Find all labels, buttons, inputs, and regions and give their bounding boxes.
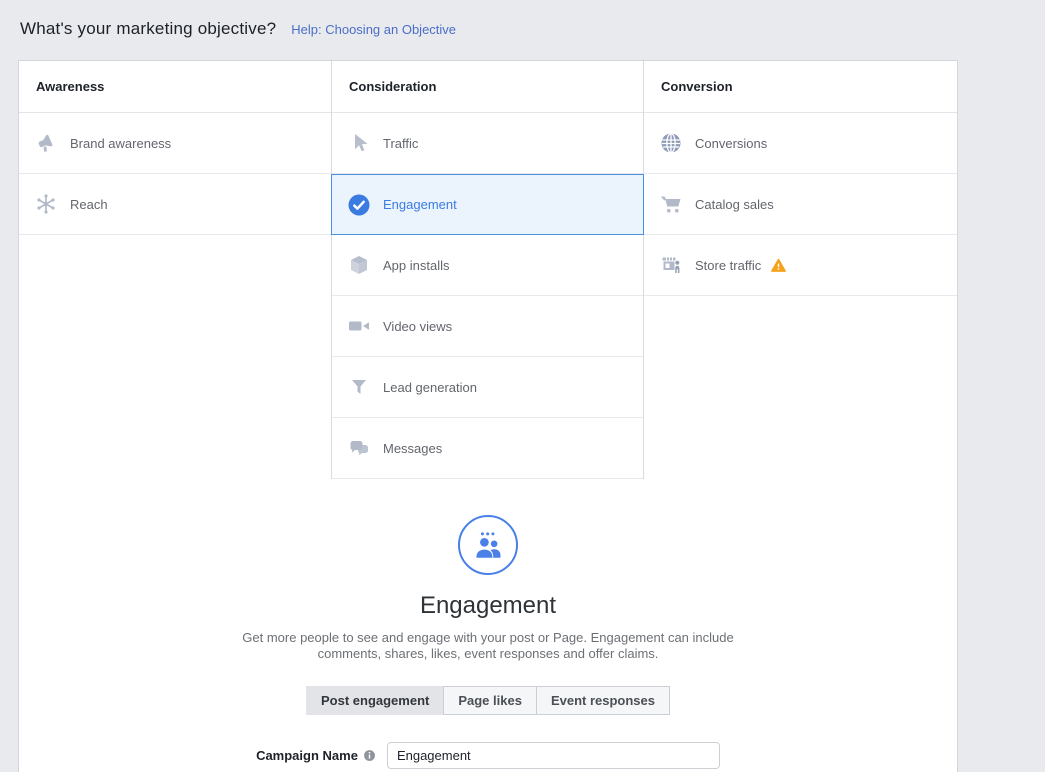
objective-label: Catalog sales — [695, 196, 774, 212]
objective-messages[interactable]: Messages — [332, 418, 643, 479]
cube-icon — [347, 253, 371, 277]
objective-label: Conversions — [695, 135, 768, 151]
objective-label: Store traffic — [695, 257, 762, 273]
objective-lead-generation[interactable]: Lead generation — [332, 357, 643, 418]
column-conversion: Conversion Conversions Catalog sales Store … — [644, 61, 957, 479]
megaphone-icon — [34, 131, 58, 155]
page-header: What's your marketing objective? Help: C… — [0, 0, 1045, 60]
objective-video-views[interactable]: Video views — [332, 296, 643, 357]
campaign-name-label: Campaign Name — [256, 748, 358, 763]
campaign-name-input[interactable] — [386, 742, 720, 769]
objective-label: Reach — [70, 196, 108, 212]
objective-traffic[interactable]: Traffic — [332, 113, 643, 174]
column-header: Awareness — [19, 61, 331, 113]
globe-icon — [659, 131, 683, 155]
objective-catalog-sales[interactable]: Catalog sales — [644, 174, 957, 235]
objective-label: Brand awareness — [70, 135, 172, 151]
objective-brand-awareness[interactable]: Brand awareness — [19, 113, 331, 174]
tab-post-engagement[interactable]: Post engagement — [305, 686, 445, 715]
objective-label: Engagement — [383, 197, 457, 212]
detail-title: Engagement — [419, 592, 557, 619]
warning-icon — [770, 257, 787, 274]
video-camera-icon — [347, 314, 371, 338]
tab-page-likes[interactable]: Page likes — [443, 686, 537, 715]
page-title: What's your marketing objective? — [20, 19, 277, 38]
chat-bubbles-icon — [347, 436, 371, 460]
objective-engagement[interactable]: Engagement — [331, 174, 644, 235]
objective-label: Messages — [383, 440, 443, 456]
cart-icon — [659, 192, 683, 216]
objective-reach[interactable]: Reach — [19, 174, 331, 235]
funnel-icon — [347, 375, 371, 399]
objective-conversions[interactable]: Conversions — [644, 113, 957, 174]
objective-app-installs[interactable]: App installs — [332, 235, 643, 296]
objective-label: App installs — [383, 257, 450, 273]
column-awareness: Awareness Brand awareness Reach — [19, 61, 331, 479]
column-header: Consideration — [332, 61, 643, 113]
objective-columns: Awareness Brand awareness Reach Considerati… — [19, 61, 957, 479]
objective-panel: Awareness Brand awareness Reach Considerati… — [18, 60, 958, 772]
column-consideration: Consideration Traffic Engagement App instal… — [331, 61, 644, 479]
check-circle-icon — [347, 193, 371, 217]
objective-label: Lead generation — [383, 379, 477, 395]
storefront-icon — [659, 253, 683, 277]
reach-icon — [34, 192, 58, 216]
objective-label: Video views — [383, 318, 453, 334]
campaign-name-row: Campaign Name — [19, 742, 957, 769]
tab-event-responses[interactable]: Event responses — [535, 686, 670, 715]
column-header: Conversion — [644, 61, 957, 113]
cursor-icon — [347, 131, 371, 155]
engagement-type-tabs: Post engagement Page likes Event responses — [19, 686, 957, 715]
info-icon[interactable] — [363, 749, 376, 762]
objective-detail: Engagement Get more people to see and en… — [19, 515, 957, 769]
engagement-people-icon — [458, 515, 518, 575]
detail-description: Get more people to see and engage with y… — [242, 630, 734, 661]
help-link[interactable]: Help: Choosing an Objective — [291, 22, 456, 37]
objective-store-traffic[interactable]: Store traffic — [644, 235, 957, 296]
objective-label: Traffic — [383, 135, 419, 151]
